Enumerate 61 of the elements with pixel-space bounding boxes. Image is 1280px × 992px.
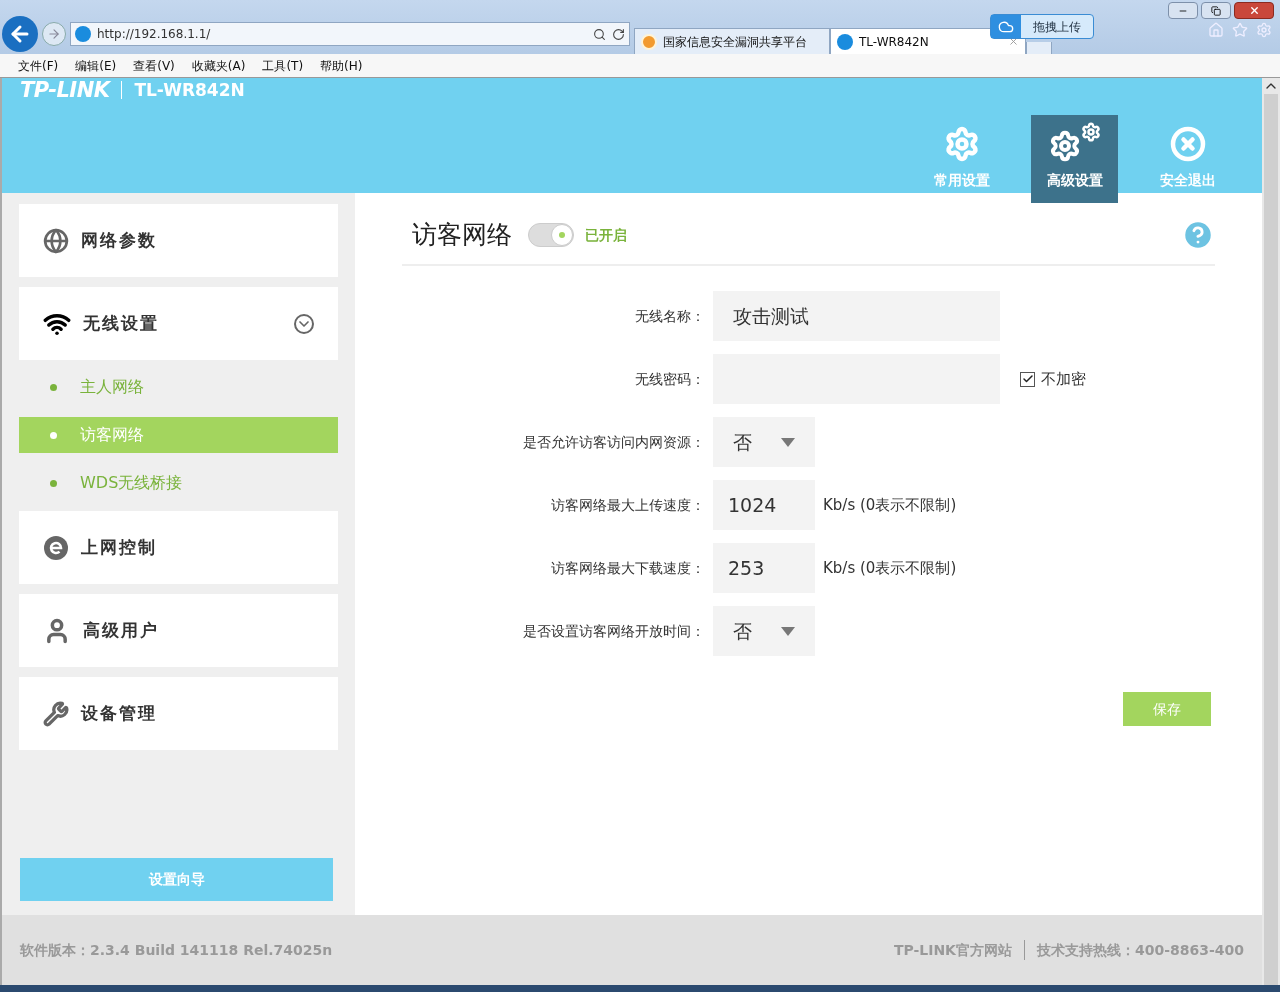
browser-tab[interactable]: TL-WR842N [830, 28, 1026, 54]
back-button[interactable] [2, 16, 38, 52]
close-button[interactable] [1234, 2, 1274, 19]
menu-item[interactable]: 文件(F) [18, 56, 59, 75]
sidebar-item[interactable]: 上网控制 [19, 511, 338, 584]
menu-item[interactable]: 编辑(E) [75, 56, 117, 75]
bullet-icon [50, 431, 57, 439]
scrollbar[interactable] [1262, 78, 1280, 985]
field-label: 访客网络最大下载速度： [550, 558, 706, 578]
field-label: 访客网络最大上传速度： [550, 495, 706, 515]
input-field[interactable]: 253 [713, 543, 815, 593]
close-icon [1169, 126, 1206, 162]
field-label: 是否允许访客访问内网资源： [522, 432, 706, 452]
select-field[interactable]: 否 [713, 606, 815, 656]
restore-icon [1211, 5, 1221, 16]
browser-tab[interactable]: 国家信息安全漏洞共享平台 [634, 28, 830, 54]
forward-arrow-icon [47, 27, 61, 41]
menu-item[interactable]: 收藏夹(A) [191, 56, 246, 75]
forward-button[interactable] [42, 22, 66, 46]
checkbox[interactable] [1020, 371, 1035, 387]
new-tab-button[interactable] [1026, 42, 1052, 54]
tools-icon [43, 700, 69, 727]
star-icon[interactable] [1232, 22, 1248, 38]
select-field[interactable]: 否 [713, 417, 815, 467]
search-icon[interactable] [593, 27, 606, 41]
gear-icon [943, 126, 980, 162]
model-name: TL-WR842N [134, 81, 245, 99]
menu-item[interactable]: 查看(V) [133, 56, 175, 75]
unit-text: Kb/s (0表示不限制) [823, 494, 957, 516]
field-label: 是否设置访客网络开放时间： [522, 621, 706, 641]
bullet-icon [50, 383, 57, 391]
restore-button[interactable] [1201, 2, 1231, 19]
sidebar-item[interactable]: 设备管理 [19, 677, 338, 750]
menu-item[interactable]: 工具(T) [262, 56, 304, 75]
refresh-icon[interactable] [612, 27, 625, 41]
nav-tab[interactable]: 高级设置 [1031, 115, 1118, 203]
close-icon [1248, 5, 1260, 16]
expand-chevron-icon[interactable] [294, 313, 314, 334]
dropdown-arrow-icon [781, 626, 795, 636]
field-label: 无线密码： [634, 369, 706, 389]
input-field[interactable]: 攻击测试 [713, 291, 1000, 341]
dropdown-arrow-icon [781, 437, 795, 447]
field-label: 无线名称： [634, 306, 706, 326]
globe-icon [43, 227, 69, 254]
page-title: 访客网络 [412, 219, 512, 252]
menu-item[interactable]: 帮助(H) [320, 56, 363, 75]
address-bar[interactable]: http://192.168.1.1/ [70, 22, 630, 46]
checkbox-label: 不加密 [1041, 368, 1086, 390]
upload-button[interactable]: 拖拽上传 [990, 14, 1094, 39]
unit-text: Kb/s (0表示不限制) [823, 557, 957, 579]
gears-icon [1048, 122, 1101, 162]
sidebar-item[interactable]: 无线设置 [19, 287, 338, 360]
logo: TP-LINK [20, 79, 110, 101]
toggle-switch[interactable] [528, 223, 574, 247]
input-field[interactable]: 1024 [713, 480, 815, 530]
web-icon [43, 534, 69, 561]
firmware-version: 软件版本：2.3.4 Build 141118 Rel.74025n [20, 940, 333, 960]
sidebar-item[interactable]: 网络参数 [19, 204, 338, 277]
sidebar-item[interactable]: 高级用户 [19, 594, 338, 667]
toggle-status: 已开启 [585, 225, 627, 245]
bullet-icon [50, 479, 57, 487]
